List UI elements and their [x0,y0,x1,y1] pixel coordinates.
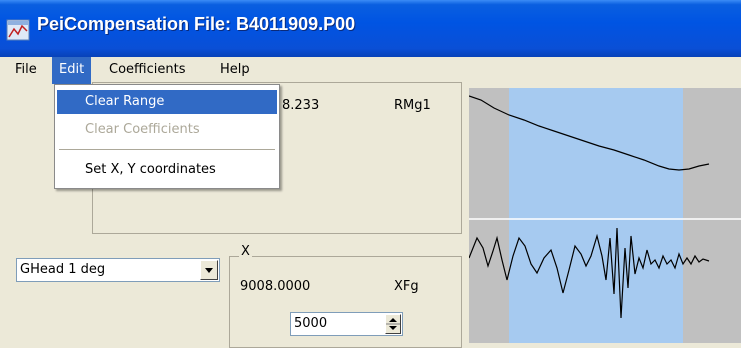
title-bar[interactable]: PeiCompensation File: B4011909.P00 [0,0,741,57]
selected-range [509,88,683,343]
heading-combo[interactable]: GHead 1 deg [16,258,220,282]
spin-updown-icon[interactable] [385,314,401,334]
app-chart-icon[interactable] [6,18,30,42]
signal-charts[interactable] [469,88,741,343]
menu-edit[interactable]: Edit [52,57,92,84]
combo-dropdown-arrow-icon[interactable] [200,260,218,280]
x-label: XFg [394,279,419,294]
x-group-title: X [239,244,252,259]
menu-clear-coefficients: Clear Coefficients [85,122,200,137]
menu-bar: File Edit Coefficients Help [0,57,741,84]
combo-value: GHead 1 deg [20,262,106,277]
x-spin-field[interactable]: 5000 [290,312,403,336]
upper-label: RMg1 [394,98,431,113]
menu-coefficients[interactable]: Coefficients [102,57,192,84]
window-title: PeiCompensation File: B4011909.P00 [37,14,356,34]
menu-file[interactable]: File [8,57,44,84]
x-value: 9008.0000 [240,279,311,294]
menu-help[interactable]: Help [213,57,257,84]
menu-separator [59,149,275,151]
upper-value: 8.233 [282,98,320,113]
menu-clear-range[interactable]: Clear Range [57,90,277,114]
menu-set-xy-coordinates[interactable]: Set X, Y coordinates [57,158,277,182]
edit-menu-dropdown: Clear Range Clear Coefficients Set X, Y … [54,84,280,189]
spin-value: 5000 [294,316,328,331]
